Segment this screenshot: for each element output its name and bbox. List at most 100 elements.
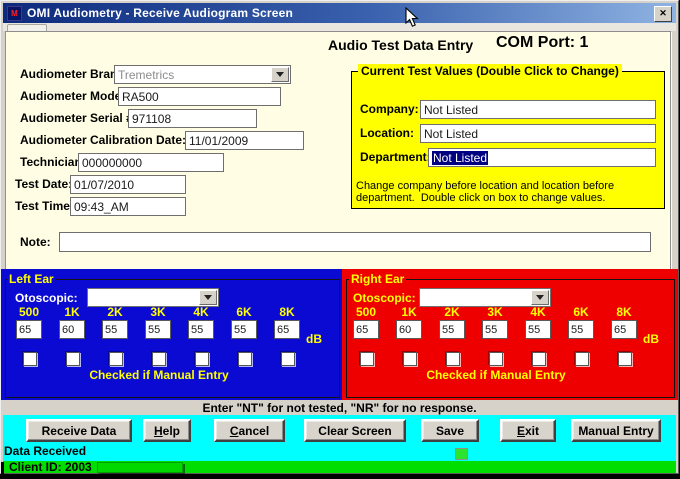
left-manual-checkbox-4k[interactable] [195, 352, 209, 366]
left-manual-checkbox-1k[interactable] [66, 352, 80, 366]
right-threshold-input-2k[interactable]: 55 [439, 320, 465, 339]
client-id-label: Client ID: 2003 [9, 461, 92, 473]
right-threshold-input-8k[interactable]: 65 [611, 320, 637, 339]
brand-value: Tremetrics [118, 68, 174, 82]
left-manual-entry-label: Checked if Manual Entry [16, 368, 302, 382]
manual-entry-button[interactable]: Manual Entry [571, 419, 661, 442]
right-manual-checkbox-1k[interactable] [403, 352, 417, 366]
help-button[interactable]: Help [143, 419, 191, 442]
change-note-line2: department. Double click on box to chang… [356, 192, 605, 204]
mouse-cursor-icon [405, 7, 419, 28]
test-date-field[interactable]: 01/07/2010 [70, 175, 186, 194]
department-value: Not Listed [432, 151, 488, 165]
right-manual-checkbox-6k[interactable] [575, 352, 589, 366]
status-indicator [455, 448, 468, 460]
right-threshold-input-6k[interactable]: 55 [568, 320, 594, 339]
left-freq-label-2k: 2K [100, 305, 130, 319]
clear-screen-button[interactable]: Clear Screen [304, 419, 406, 442]
left-threshold-input-8k[interactable]: 65 [274, 320, 300, 339]
left-otoscopic-label: Otoscopic: [15, 291, 78, 305]
right-db-label: dB [643, 332, 659, 346]
right-manual-checkbox-3k[interactable] [489, 352, 503, 366]
left-db-label: dB [306, 332, 322, 346]
right-freq-label-1k: 1K [394, 305, 424, 319]
test-date-value: 01/07/2010 [74, 178, 134, 192]
brand-combo[interactable]: Tremetrics [114, 65, 291, 84]
app-icon: M [7, 6, 22, 21]
edge-mark [1, 462, 4, 475]
technician-label: Technician: [20, 155, 86, 169]
calibration-label: Audiometer Calibration Date: [20, 133, 186, 147]
right-threshold-input-4k[interactable]: 55 [525, 320, 551, 339]
left-manual-checkbox-3k[interactable] [152, 352, 166, 366]
company-label: Company: [360, 102, 419, 116]
serial-field[interactable]: 971108 [128, 109, 257, 128]
current-test-values-title: Current Test Values (Double Click to Cha… [358, 64, 622, 78]
left-freq-label-500: 500 [14, 305, 44, 319]
test-time-label: Test Time: [15, 199, 74, 213]
right-freq-label-8k: 8K [609, 305, 639, 319]
window-title: OMI Audiometry - Receive Audiogram Scree… [27, 6, 293, 20]
department-label: Department: [360, 150, 431, 164]
technician-field[interactable]: 000000000 [78, 153, 224, 172]
brand-label: Audiometer Brand: [20, 67, 129, 81]
left-freq-label-8k: 8K [272, 305, 302, 319]
location-field[interactable]: Not Listed [420, 124, 656, 143]
right-otoscopic-label: Otoscopic: [353, 291, 416, 305]
left-threshold-input-4k[interactable]: 55 [188, 320, 214, 339]
nt-nr-instruction: Enter "NT" for not tested, "NR" for no r… [3, 401, 676, 415]
client-id-box[interactable] [97, 462, 183, 473]
serial-label: Audiometer Serial #: [20, 111, 137, 125]
cancel-button[interactable]: Cancel [214, 419, 285, 442]
right-manual-checkbox-4k[interactable] [532, 352, 546, 366]
left-freq-label-6k: 6K [229, 305, 259, 319]
right-manual-checkbox-8k[interactable] [618, 352, 632, 366]
left-freq-label-4k: 4K [186, 305, 216, 319]
model-field[interactable]: RA500 [118, 87, 281, 106]
title-bar[interactable]: M OMI Audiometry - Receive Audiogram Scr… [3, 3, 676, 23]
model-value: RA500 [122, 90, 159, 104]
right-manual-checkbox-2k[interactable] [446, 352, 460, 366]
location-label: Location: [360, 126, 414, 140]
change-note-line1: Change company before location and locat… [356, 180, 614, 192]
current-test-values-group: Current Test Values (Double Click to Cha… [351, 71, 665, 209]
left-manual-checkbox-2k[interactable] [109, 352, 123, 366]
right-threshold-input-500[interactable]: 65 [353, 320, 379, 339]
left-threshold-input-6k[interactable]: 55 [231, 320, 257, 339]
chevron-down-icon[interactable] [199, 290, 217, 305]
department-field[interactable]: Not Listed [428, 148, 656, 167]
chevron-down-icon[interactable] [271, 67, 289, 82]
left-threshold-input-3k[interactable]: 55 [145, 320, 171, 339]
right-freq-label-3k: 3K [480, 305, 510, 319]
note-field[interactable] [59, 232, 651, 252]
left-threshold-input-2k[interactable]: 55 [102, 320, 128, 339]
right-ear-title: Right Ear [349, 272, 406, 286]
test-time-value: 09:43_AM [74, 200, 129, 214]
com-port-label: COM Port: 1 [496, 34, 588, 52]
form-title: Audio Test Data Entry [328, 37, 473, 53]
left-threshold-input-1k[interactable]: 60 [59, 320, 85, 339]
company-field[interactable]: Not Listed [420, 100, 656, 119]
right-threshold-input-1k[interactable]: 60 [396, 320, 422, 339]
left-freq-label-1k: 1K [57, 305, 87, 319]
receive-data-button[interactable]: Receive Data [26, 419, 132, 442]
left-manual-checkbox-500[interactable] [23, 352, 37, 366]
calibration-field[interactable]: 11/01/2009 [185, 131, 304, 150]
exit-button[interactable]: Exit [500, 419, 556, 442]
status-data-received: Data Received [4, 444, 86, 458]
save-button[interactable]: Save [421, 419, 479, 442]
right-threshold-input-3k[interactable]: 55 [482, 320, 508, 339]
close-icon[interactable]: ✕ [654, 6, 672, 22]
chevron-down-icon[interactable] [531, 290, 549, 305]
app-window: M OMI Audiometry - Receive Audiogram Scr… [0, 0, 679, 474]
left-ear-title: Left Ear [7, 272, 56, 286]
right-freq-label-2k: 2K [437, 305, 467, 319]
left-manual-checkbox-8k[interactable] [281, 352, 295, 366]
right-manual-checkbox-500[interactable] [360, 352, 374, 366]
model-label: Audiometer Model: [20, 89, 129, 103]
left-manual-checkbox-6k[interactable] [238, 352, 252, 366]
test-time-field[interactable]: 09:43_AM [70, 197, 186, 216]
serial-value: 971108 [132, 112, 171, 126]
location-value: Not Listed [424, 127, 478, 141]
left-threshold-input-500[interactable]: 65 [16, 320, 42, 339]
